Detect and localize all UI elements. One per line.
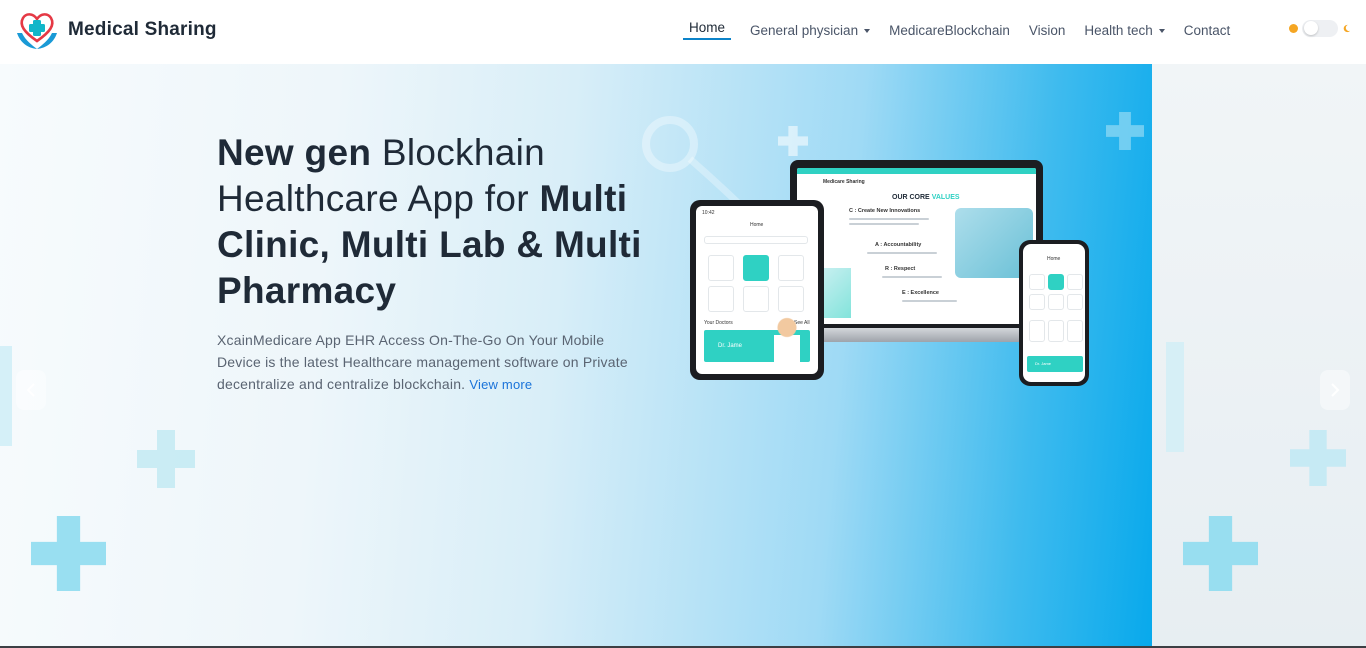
next-slide-peek — [1152, 64, 1366, 648]
nav-health-tech[interactable]: Health tech — [1084, 22, 1165, 38]
hero-title-bold-1: New gen — [217, 132, 372, 173]
plus-decoration-icon — [1183, 516, 1258, 591]
tablet-service-tile — [708, 255, 734, 281]
phone-service-tile — [1067, 294, 1083, 310]
nav-vision[interactable]: Vision — [1029, 23, 1066, 38]
nav-contact-label: Contact — [1183, 22, 1231, 38]
laptop-value-3: R : Respect — [885, 266, 916, 272]
phone-title: Home — [1047, 256, 1061, 262]
placeholder-text-line — [867, 252, 937, 254]
nav-general-physician[interactable]: General physician — [750, 22, 871, 38]
hero-description-text: XcainMedicare App EHR Access On-The-Go O… — [217, 332, 628, 392]
tablet-service-tile — [743, 255, 769, 281]
plus-decoration-icon — [31, 516, 106, 591]
phone-mockup: Home Dr. Jame — [1019, 240, 1089, 386]
carousel-prev-button[interactable] — [16, 370, 46, 410]
brand-name: Medical Sharing — [68, 19, 217, 40]
sun-icon — [1289, 23, 1298, 33]
nav-general-physician-label: General physician — [750, 22, 859, 38]
nav-home-label: Home — [689, 20, 726, 35]
moon-icon — [1343, 24, 1351, 32]
view-more-link[interactable]: View more — [469, 377, 532, 392]
laptop-value-2: A : Accountability — [875, 242, 922, 248]
tablet-service-tile — [708, 286, 734, 312]
chevron-left-icon — [26, 383, 35, 397]
phone-doctor-tile — [1067, 320, 1083, 342]
laptop-screen-content: Medicare Sharing OUR CORE VALUES C : Cre… — [797, 168, 1036, 324]
phone-service-tile — [1029, 294, 1045, 310]
tablet-service-tile — [778, 255, 804, 281]
carousel-next-button[interactable] — [1320, 370, 1350, 410]
laptop-screen: Medicare Sharing OUR CORE VALUES C : Cre… — [790, 160, 1043, 330]
laptop-heading-prefix: OUR CORE — [892, 194, 930, 201]
tablet-search-bar — [704, 236, 808, 244]
phone-service-tile — [1067, 274, 1083, 290]
plus-decoration-icon — [778, 126, 808, 156]
nav-contact[interactable]: Contact — [1184, 23, 1231, 38]
phone-doctor-tile — [1048, 320, 1064, 342]
placeholder-text-line — [882, 276, 942, 278]
nav-medicare-blockchain-label: MedicareBlockchain — [889, 22, 1010, 38]
phone-doctor-name: Dr. Jame — [1035, 361, 1052, 366]
phone-service-tile — [1048, 274, 1064, 290]
laptop-value-4: E : Excellence — [902, 290, 939, 296]
phone-service-tile — [1029, 274, 1045, 290]
doctor-avatar-illustration — [774, 316, 800, 362]
phone-screen: Home Dr. Jame — [1023, 244, 1085, 382]
chevron-right-icon — [1331, 383, 1340, 397]
placeholder-text-line — [849, 218, 929, 220]
hero-description: XcainMedicare App EHR Access On-The-Go O… — [217, 329, 647, 396]
laptop-topbar — [797, 168, 1036, 174]
plus-decoration-icon — [1290, 430, 1346, 486]
tablet-time: 10:42 — [702, 210, 715, 216]
nav-home[interactable]: Home — [683, 20, 732, 40]
caret-down-icon — [1158, 28, 1165, 33]
laptop-heading-accent: VALUES — [931, 194, 960, 201]
phone-doctor-tile — [1029, 320, 1045, 342]
tablet-section-label: Your Doctors — [704, 320, 733, 326]
toggle-switch[interactable] — [1302, 19, 1338, 37]
plus-decoration-icon — [1106, 112, 1144, 150]
laptop-value-1: C : Create New Innovations — [849, 208, 921, 214]
hero-carousel: New gen Blockhain Healthcare App for Mul… — [0, 64, 1366, 648]
theme-toggle[interactable] — [1289, 19, 1351, 37]
nav-health-tech-label: Health tech — [1084, 22, 1153, 38]
brand[interactable]: Medical Sharing — [14, 8, 217, 52]
tablet-title: Home — [750, 222, 764, 228]
main-nav: Home General physician MedicareBlockchai… — [683, 18, 1249, 42]
hero-title: New gen Blockhain Healthcare App for Mul… — [217, 130, 657, 314]
plus-decoration-icon — [1166, 342, 1184, 452]
tablet-screen: 10:42 Home Your Doctors See All Dr. Jame — [696, 206, 818, 374]
laptop-heading: OUR CORE VALUES — [892, 194, 960, 201]
laptop-mockup: Medicare Sharing OUR CORE VALUES C : Cre… — [770, 160, 1063, 342]
nav-vision-label: Vision — [1028, 22, 1066, 38]
toggle-knob — [1304, 21, 1318, 35]
plus-decoration-icon — [137, 430, 195, 488]
caret-down-icon — [864, 28, 871, 33]
nav-medicare-blockchain[interactable]: MedicareBlockchain — [889, 23, 1010, 38]
tablet-doctor-name: Dr. Jame — [718, 343, 743, 349]
phone-service-tile — [1048, 294, 1064, 310]
tablet-mockup: 10:42 Home Your Doctors See All Dr. Jame — [690, 200, 824, 380]
tablet-service-tile — [778, 286, 804, 312]
laptop-site-name: Medicare Sharing — [823, 179, 865, 185]
navbar: Medical Sharing Home General physician M… — [0, 0, 1366, 64]
tablet-service-tile — [743, 286, 769, 312]
placeholder-text-line — [902, 300, 957, 302]
placeholder-text-line — [849, 223, 919, 225]
heart-hands-cross-icon — [17, 13, 57, 49]
